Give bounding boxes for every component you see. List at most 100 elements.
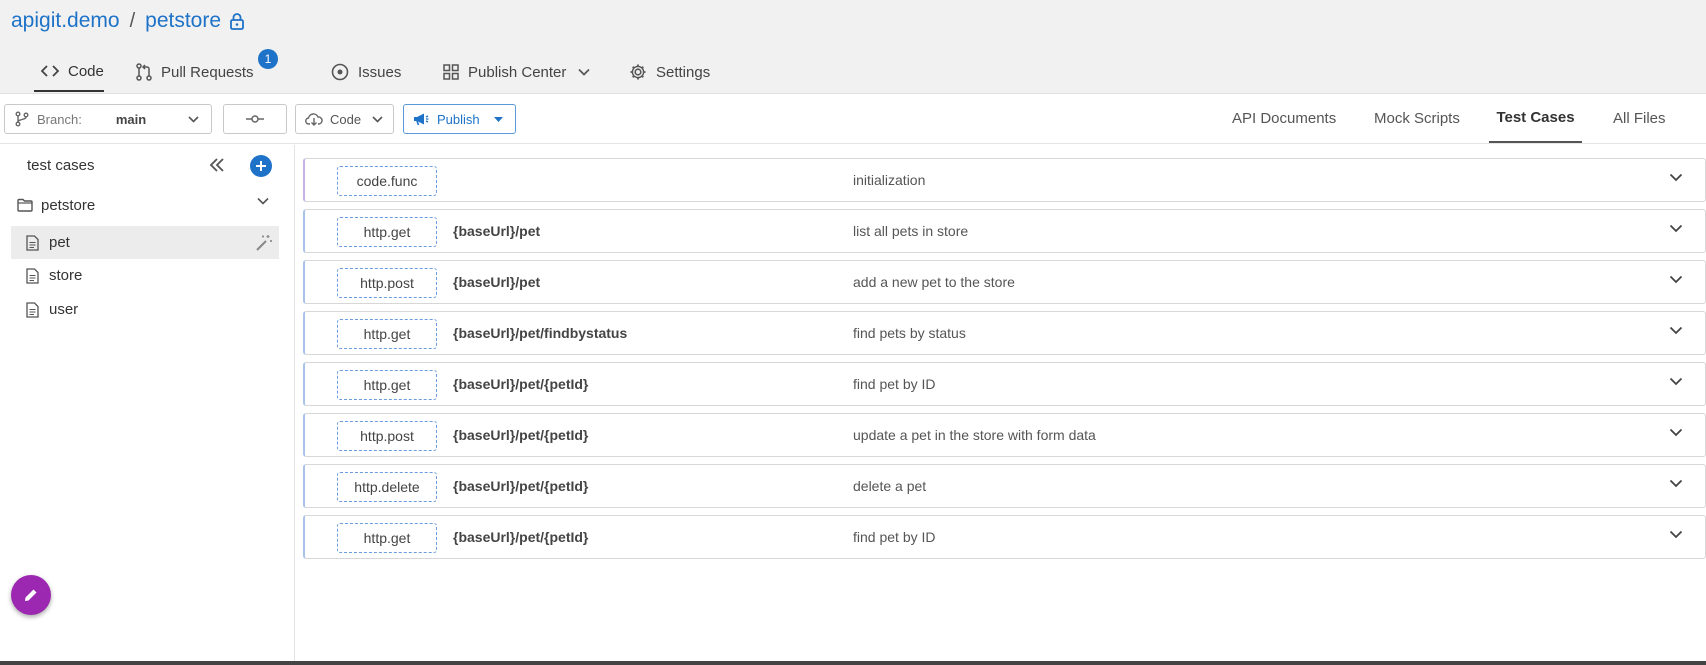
tab-publish-center-label: Publish Center: [468, 63, 567, 81]
case-path: {baseUrl}/pet/{petId}: [453, 376, 589, 392]
expand-chevron-icon[interactable]: [1669, 377, 1683, 386]
repo-link[interactable]: petstore: [145, 9, 221, 33]
commit-icon: [246, 115, 264, 123]
header: apigit.demo / petstore Code Pull Request…: [0, 0, 1706, 94]
test-case-row[interactable]: http.get {baseUrl}/pet/{petId} find pet …: [303, 515, 1706, 559]
test-case-row[interactable]: http.post {baseUrl}/pet/{petId} update a…: [303, 413, 1706, 457]
tab-settings-label: Settings: [656, 63, 711, 81]
folder-label: petstore: [41, 196, 96, 214]
tab-code[interactable]: Code: [34, 52, 104, 92]
branch-icon: [15, 111, 29, 127]
case-description: initialization: [853, 172, 926, 188]
case-description: add a new pet to the store: [853, 274, 1015, 290]
branch-select[interactable]: Branch: main: [4, 104, 212, 134]
case-type-tag: http.post: [337, 421, 437, 451]
code-icon: [41, 65, 59, 77]
code-button-label: Code: [330, 111, 362, 127]
file-label: user: [49, 301, 79, 318]
chevron-down-icon: [578, 68, 590, 76]
case-path: {baseUrl}/pet: [453, 274, 541, 290]
expand-chevron-icon[interactable]: [1669, 428, 1683, 437]
expand-chevron-icon[interactable]: [1669, 326, 1683, 335]
test-case-row[interactable]: http.get {baseUrl}/pet list all pets in …: [303, 209, 1706, 253]
tab-issues[interactable]: Issues: [331, 52, 401, 92]
pull-request-icon: [136, 63, 152, 81]
case-path: {baseUrl}/pet/{petId}: [453, 529, 589, 545]
document-icon: [26, 301, 39, 318]
publish-label: Publish: [437, 111, 480, 127]
case-type-tag: http.get: [337, 523, 437, 553]
gear-icon: [630, 64, 646, 80]
tab-pull-requests-label: Pull Requests: [161, 63, 254, 81]
magic-wand-icon[interactable]: [255, 234, 273, 252]
test-case-row[interactable]: http.delete {baseUrl}/pet/{petId} delete…: [303, 464, 1706, 508]
file-item-store[interactable]: store: [11, 259, 279, 292]
caret-down-icon: [494, 117, 503, 122]
case-description: update a pet in the store with form data: [853, 427, 1096, 443]
chevron-down-icon: [257, 197, 269, 205]
test-case-row[interactable]: http.post {baseUrl}/pet add a new pet to…: [303, 260, 1706, 304]
issue-icon: [331, 63, 349, 81]
case-description: delete a pet: [853, 478, 927, 494]
case-description: find pets by status: [853, 325, 966, 341]
folder-icon: [17, 198, 33, 212]
expand-chevron-icon[interactable]: [1669, 224, 1683, 233]
document-icon: [26, 234, 39, 251]
tab-mock-scripts[interactable]: Mock Scripts: [1374, 94, 1460, 143]
file-item-user[interactable]: user: [11, 293, 279, 326]
plus-icon: [256, 161, 266, 171]
lock-icon: [229, 12, 245, 30]
tab-all-files[interactable]: All Files: [1613, 94, 1666, 143]
branch-label: Branch:: [37, 111, 82, 127]
case-type-tag: http.get: [337, 370, 437, 400]
case-description: find pet by ID: [853, 529, 936, 545]
cloud-download-icon: [305, 113, 323, 126]
pull-requests-count-badge: 1: [258, 49, 278, 69]
code-download-button[interactable]: Code: [295, 104, 394, 134]
edit-fab-button[interactable]: [11, 575, 51, 615]
chevron-down-icon: [372, 116, 383, 123]
case-description: find pet by ID: [853, 376, 936, 392]
repo-title: apigit.demo / petstore: [11, 8, 245, 34]
case-path: {baseUrl}/pet/{petId}: [453, 478, 589, 494]
pencil-icon: [25, 589, 37, 601]
case-type-tag: http.get: [337, 319, 437, 349]
expand-chevron-icon[interactable]: [1669, 479, 1683, 488]
document-icon: [26, 267, 39, 284]
case-description: list all pets in store: [853, 223, 969, 239]
tab-api-documents[interactable]: API Documents: [1232, 94, 1336, 143]
grid-icon: [443, 64, 459, 80]
add-test-case-button[interactable]: [250, 155, 272, 177]
tab-pull-requests[interactable]: Pull Requests 1: [136, 49, 278, 92]
sidebar-title: test cases: [27, 157, 95, 174]
collapse-sidebar-icon[interactable]: [208, 156, 226, 179]
tab-code-label: Code: [68, 62, 104, 80]
case-path: {baseUrl}/pet/findbystatus: [453, 325, 628, 341]
bottom-edge: [0, 661, 1706, 665]
file-item-pet[interactable]: pet: [11, 226, 279, 259]
commits-button[interactable]: [223, 104, 287, 134]
case-path: {baseUrl}/pet: [453, 223, 541, 239]
case-type-tag: http.get: [337, 217, 437, 247]
tab-issues-label: Issues: [358, 63, 402, 81]
expand-chevron-icon[interactable]: [1669, 173, 1683, 182]
megaphone-icon: [414, 113, 429, 126]
org-link[interactable]: apigit.demo: [11, 9, 120, 33]
expand-chevron-icon[interactable]: [1669, 275, 1683, 284]
file-label: pet: [49, 234, 70, 251]
folder-item[interactable]: petstore: [11, 189, 279, 221]
tab-test-cases[interactable]: Test Cases: [1489, 94, 1582, 143]
expand-chevron-icon[interactable]: [1669, 530, 1683, 539]
case-type-tag: http.delete: [337, 472, 437, 502]
test-case-row[interactable]: http.get {baseUrl}/pet/findbystatus find…: [303, 311, 1706, 355]
file-label: store: [49, 267, 83, 284]
case-type-tag: http.post: [337, 268, 437, 298]
publish-button[interactable]: Publish: [403, 104, 516, 134]
test-case-row[interactable]: code.func initialization: [303, 158, 1706, 202]
path-separator: /: [129, 9, 136, 32]
tab-publish-center[interactable]: Publish Center: [443, 52, 590, 92]
tab-settings[interactable]: Settings: [629, 52, 710, 92]
case-type-tag: code.func: [337, 166, 437, 196]
test-case-row[interactable]: http.get {baseUrl}/pet/{petId} find pet …: [303, 362, 1706, 406]
branch-value: main: [115, 111, 147, 127]
